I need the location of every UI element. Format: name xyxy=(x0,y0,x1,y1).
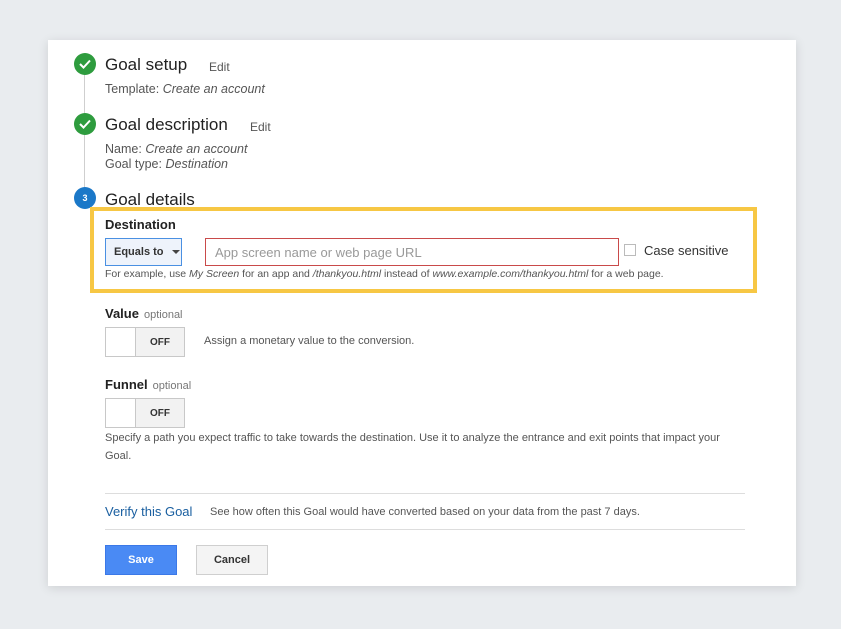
type-value: Destination xyxy=(165,157,229,171)
destination-label: Destination xyxy=(105,217,176,232)
case-sensitive-label: Case sensitive xyxy=(644,243,729,258)
match-type-dropdown[interactable]: Equals to xyxy=(105,238,182,266)
chevron-down-icon xyxy=(171,250,180,254)
goal-form-card: Goal setup Edit Template: Create an acco… xyxy=(48,40,796,586)
goal-setup-edit-link[interactable]: Edit xyxy=(209,60,230,74)
verify-goal-link[interactable]: Verify this Goal xyxy=(105,504,192,519)
type-label: Goal type: xyxy=(105,157,162,171)
case-sensitive-checkbox[interactable] xyxy=(624,244,636,256)
funnel-description: Specify a path you expect traffic to tak… xyxy=(105,432,720,462)
funnel-toggle-state: OFF xyxy=(150,407,170,419)
value-label: Value optional xyxy=(105,306,183,321)
goal-setup-template: Template: Create an account xyxy=(105,82,265,96)
goal-setup-title: Goal setup xyxy=(105,55,188,74)
template-label: Template: xyxy=(105,82,160,96)
toggle-knob xyxy=(106,328,136,356)
name-value: Create an account xyxy=(145,142,248,156)
funnel-optional-tag: optional xyxy=(152,380,192,392)
goal-description-title: Goal description xyxy=(105,115,228,134)
save-button[interactable]: Save xyxy=(105,545,177,575)
step-number-badge: 3 xyxy=(74,187,96,209)
goal-name-line: Name: Create an account xyxy=(105,142,247,156)
divider xyxy=(105,493,745,494)
destination-url-input[interactable] xyxy=(205,238,619,266)
value-toggle[interactable]: OFF xyxy=(105,327,185,357)
destination-hint: For example, use My Screen for an app an… xyxy=(105,268,664,280)
funnel-toggle[interactable]: OFF xyxy=(105,398,185,428)
value-optional-tag: optional xyxy=(143,309,183,321)
check-icon xyxy=(74,53,96,75)
divider xyxy=(105,529,745,530)
value-description: Assign a monetary value to the conversio… xyxy=(204,335,415,347)
toggle-knob xyxy=(106,399,136,427)
goal-type-line: Goal type: Destination xyxy=(105,157,228,171)
verify-description: See how often this Goal would have conve… xyxy=(210,506,640,518)
cancel-button[interactable]: Cancel xyxy=(196,545,268,575)
funnel-label: Funnel optional xyxy=(105,377,192,392)
name-label: Name: xyxy=(105,142,142,156)
check-icon xyxy=(74,113,96,135)
goal-description-edit-link[interactable]: Edit xyxy=(250,120,271,134)
value-toggle-state: OFF xyxy=(150,336,170,348)
template-value: Create an account xyxy=(162,82,265,96)
match-type-value: Equals to xyxy=(114,246,164,258)
